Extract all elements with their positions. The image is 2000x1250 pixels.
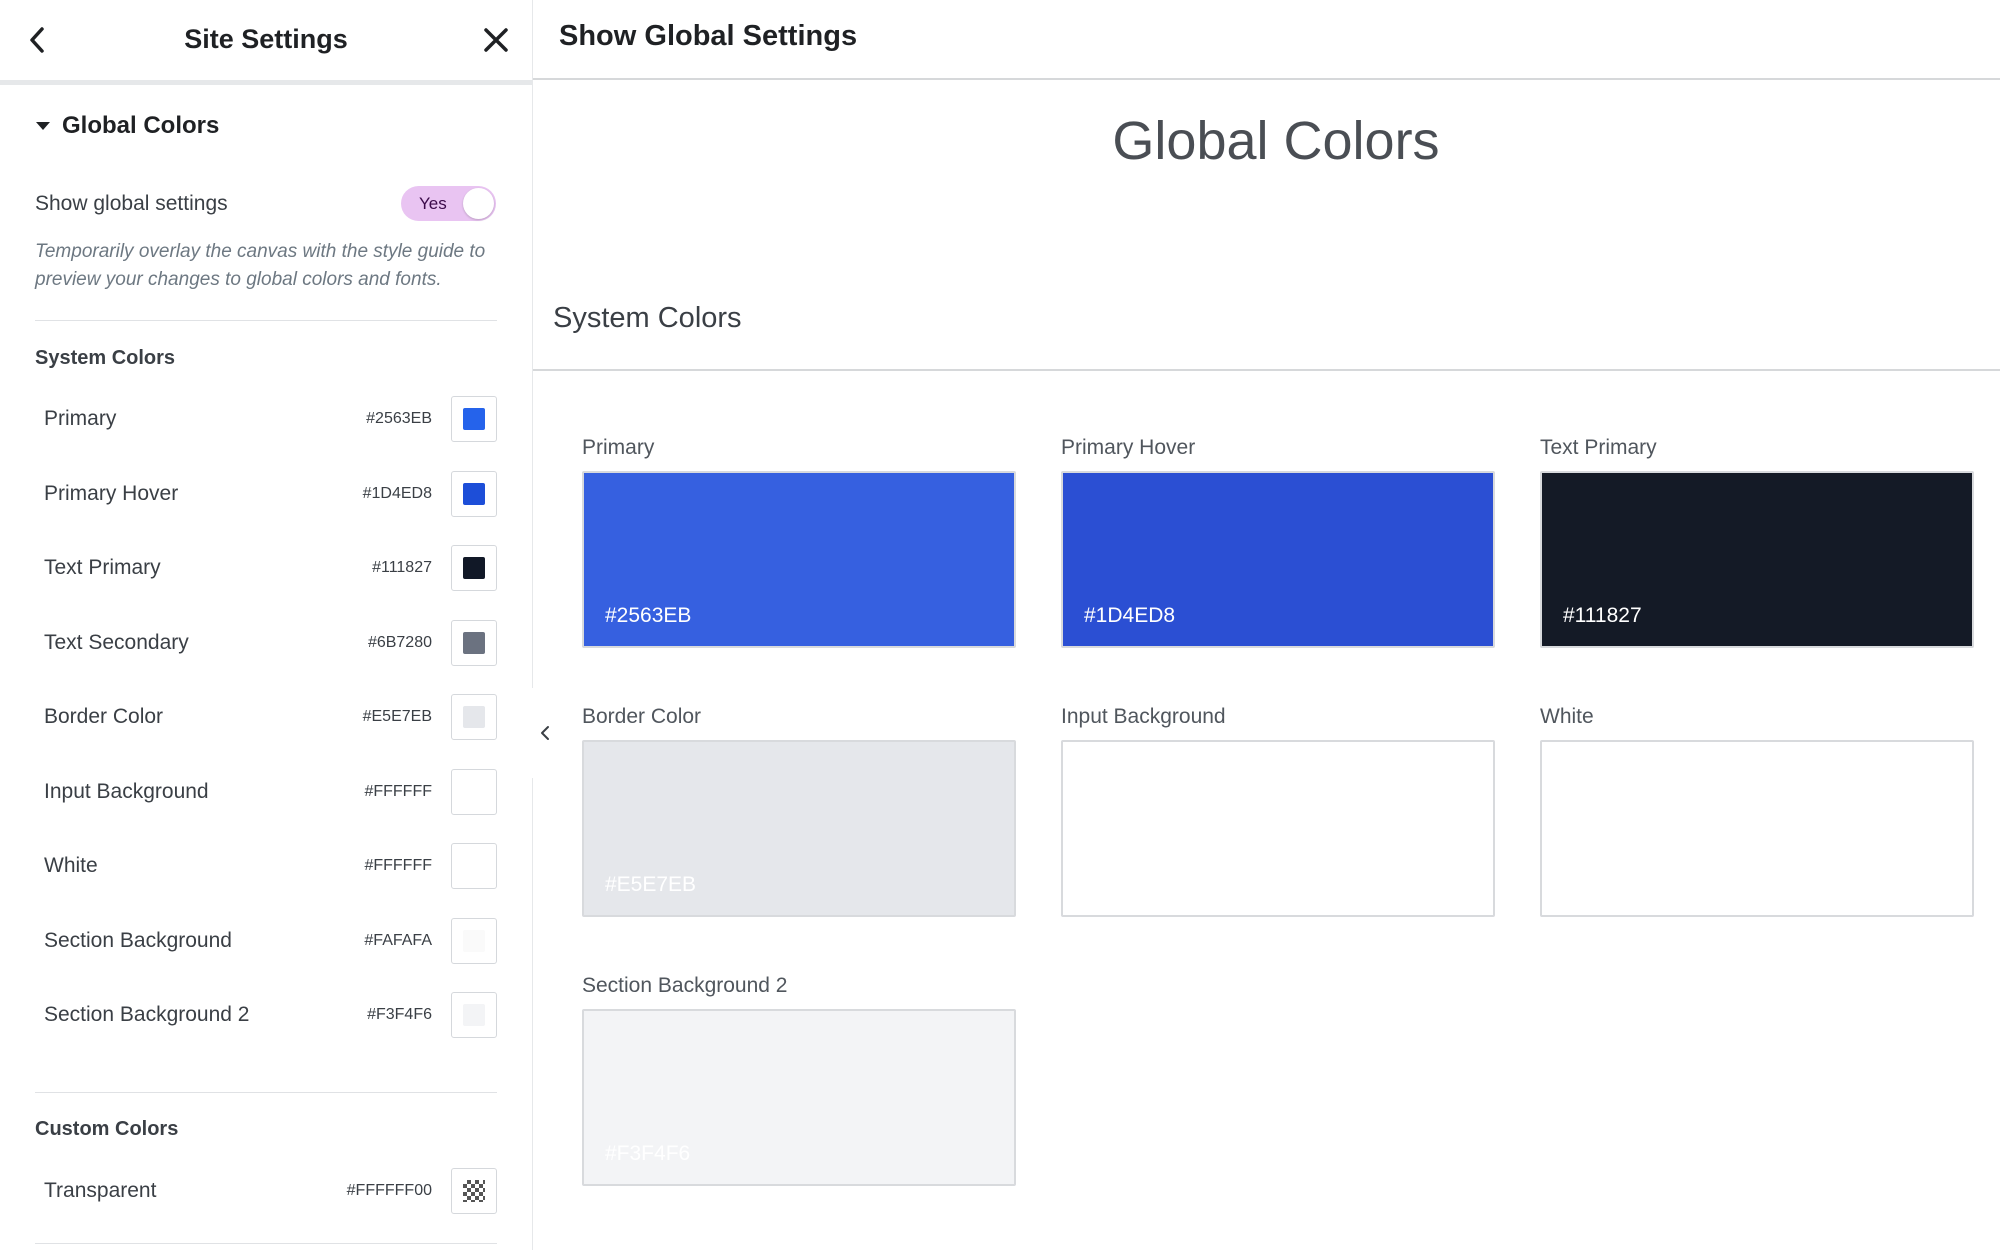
color-picker-button[interactable] (451, 1168, 497, 1214)
color-name: Text Secondary (44, 630, 189, 654)
color-name: Primary Hover (44, 481, 179, 505)
canvas-header-title: Show Global Settings (559, 20, 858, 52)
color-picker-button[interactable] (451, 396, 497, 442)
color-row[interactable]: Section Background #FAFAFA (35, 916, 497, 966)
color-hex-value: #FFFFFF (364, 782, 432, 800)
color-row[interactable]: Border Color #E5E7EB (35, 692, 497, 742)
global-colors-heading: Global Colors (1112, 111, 1440, 171)
color-picker-button[interactable] (451, 843, 497, 889)
show-global-settings-label: Show global settings (35, 192, 228, 215)
color-name: Input Background (44, 779, 209, 803)
system-colors-title: System Colors (35, 347, 176, 369)
color-tile-hex: #F3F4F6 (605, 1142, 691, 1165)
toggle-value: Yes (419, 194, 447, 213)
color-swatch (463, 780, 485, 803)
site-settings-app: Site Settings Global Colors Show global … (0, 0, 2000, 1250)
color-row[interactable]: Primary #2563EB (35, 394, 497, 444)
settings-panel: Site Settings Global Colors Show global … (0, 0, 533, 1250)
canvas-preview: Show Global Settings Global Colors Syste… (533, 0, 2000, 1250)
show-global-settings-toggle[interactable]: Yes (401, 186, 496, 221)
color-tile-swatch: #111827 (1540, 471, 1974, 648)
color-hex-value: #2563EB (366, 410, 432, 427)
color-name: Primary (44, 407, 117, 430)
color-swatch (463, 408, 485, 430)
color-tile-swatch: #2563EB (582, 471, 1016, 648)
transparent-swatch-icon (463, 1180, 485, 1202)
color-hex-value: #F3F4F6 (367, 1006, 432, 1023)
custom-colors-title: Custom Colors (35, 1118, 179, 1140)
color-picker-button[interactable] (451, 619, 497, 666)
close-icon (484, 28, 508, 52)
system-colors-heading: System Colors (553, 302, 742, 334)
color-swatch (463, 855, 485, 877)
color-tile-swatch: #E5E7EB (582, 740, 1016, 917)
divider (35, 320, 497, 321)
color-row[interactable]: Transparent #FFFFFF00 (35, 1166, 497, 1216)
help-text: Temporarily overlay the canvas with the … (35, 241, 486, 290)
color-tile-label: Primary (582, 436, 655, 459)
divider (35, 1092, 497, 1093)
color-tile-label: Section Background 2 (582, 974, 788, 997)
color-row[interactable]: White #FFFFFF (35, 841, 497, 891)
color-tile-hex: #FFFFFF (1084, 873, 1173, 896)
color-swatch (463, 482, 485, 505)
color-tile-hex: #FFFFFF (1563, 873, 1652, 896)
color-hex-value: #FAFAFA (364, 931, 432, 949)
caret-down-icon (36, 122, 50, 130)
color-name: Section Background 2 (44, 1003, 250, 1026)
color-tile-swatch: #F3F4F6 (582, 1009, 1016, 1186)
color-row[interactable]: Primary Hover #1D4ED8 (35, 469, 497, 519)
panel-title: Site Settings (184, 24, 348, 54)
canvas-divider (533, 369, 2000, 371)
color-tile-label: Text Primary (1540, 436, 1657, 459)
color-swatch (463, 929, 485, 952)
color-hex-value: #E5E7EB (362, 708, 432, 725)
panel-header: Site Settings (0, 0, 532, 85)
color-row[interactable]: Section Background 2 #F3F4F6 (35, 990, 497, 1040)
color-tile-hex: #111827 (1563, 604, 1642, 627)
color-picker-button[interactable] (451, 470, 497, 517)
chevron-left-icon (541, 726, 549, 740)
color-picker-button[interactable] (451, 545, 497, 591)
color-tile-swatch: #FFFFFF (1061, 740, 1495, 917)
color-name: Transparent (44, 1179, 157, 1202)
color-tile-label: White (1540, 705, 1594, 728)
color-name: White (44, 854, 98, 877)
color-hex-value: #6B7280 (367, 633, 432, 651)
color-row[interactable]: Input Background #FFFFFF (35, 767, 497, 817)
color-swatch (463, 557, 485, 579)
color-tile-label: Input Background (1061, 705, 1226, 728)
color-name: Border Color (44, 705, 164, 728)
color-picker-button[interactable] (451, 694, 497, 740)
color-hex-value: #FFFFFF00 (346, 1182, 432, 1199)
collapse-panel-button[interactable] (532, 688, 558, 778)
color-tile-swatch: #FFFFFF (1540, 740, 1974, 917)
color-picker-button[interactable] (451, 992, 497, 1038)
color-tile-hex: #1D4ED8 (1084, 604, 1176, 627)
color-swatch (463, 1004, 485, 1026)
color-name: Text Primary (44, 556, 161, 579)
color-tile-swatch: #1D4ED8 (1061, 471, 1495, 648)
color-tile-hex: #E5E7EB (605, 873, 697, 896)
color-picker-button[interactable] (451, 917, 497, 964)
toggle-knob (463, 188, 494, 219)
color-hex-value: #111827 (372, 559, 432, 576)
close-button[interactable] (478, 22, 514, 58)
color-row[interactable]: Text Secondary #6B7280 (35, 618, 497, 668)
canvas-header: Show Global Settings (533, 0, 2000, 80)
color-swatch (463, 631, 485, 654)
color-picker-button[interactable] (451, 768, 497, 815)
divider (35, 1243, 497, 1244)
color-tile-hex: #2563EB (605, 604, 692, 627)
global-colors-section-toggle[interactable]: Global Colors (36, 112, 219, 140)
color-name: Section Background (44, 928, 232, 952)
section-title: Global Colors (62, 112, 220, 139)
color-hex-value: #FFFFFF (364, 857, 432, 874)
color-tile-label: Border Color (582, 705, 702, 728)
color-tile-label: Primary Hover (1061, 436, 1196, 459)
color-row[interactable]: Text Primary #111827 (35, 543, 497, 593)
color-hex-value: #1D4ED8 (362, 484, 432, 502)
color-swatch (463, 706, 485, 728)
